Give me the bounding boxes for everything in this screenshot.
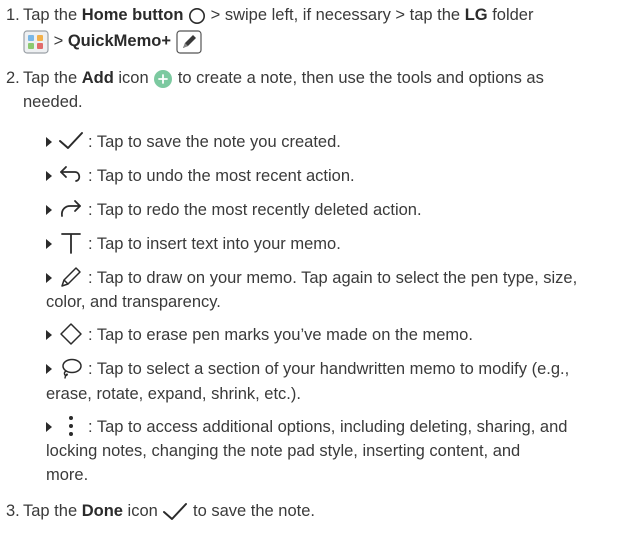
step-text: Tap the	[23, 69, 82, 87]
bullet-marker	[46, 364, 52, 374]
step-number: 1.	[6, 6, 20, 24]
add-icon-label: Add	[81, 69, 114, 87]
bullet-marker	[46, 330, 52, 340]
step-text: to save the note.	[188, 502, 315, 520]
more-options-icon	[69, 416, 73, 436]
tool-description-cont: color, and transparency.	[46, 293, 221, 311]
tool-description: : Tap to draw on your memo. Tap again to…	[88, 269, 578, 287]
step-text: to create a note, then use the tools and…	[173, 69, 544, 87]
tool-description: : Tap to access additional options, incl…	[88, 418, 568, 436]
bullet-marker	[46, 137, 52, 147]
step-text: icon	[122, 502, 163, 520]
step-number: 2.	[6, 69, 20, 87]
quickmemo-label: QuickMemo+	[67, 32, 171, 50]
lasso-icon	[62, 358, 82, 379]
tool-description: : Tap to erase pen marks you’ve made on …	[88, 326, 473, 344]
step-1-line-2: > QuickMemo+	[23, 28, 202, 54]
tool-description-cont: locking notes, changing the note pad sty…	[46, 442, 521, 460]
instructions-document: 1. Tap the Home button > swipe left, if …	[0, 0, 631, 534]
tool-description: : Tap to save the note you created.	[88, 133, 341, 151]
tool-description-cont: more.	[46, 466, 89, 484]
step-2-line-1: Tap the Add icon to create a note, then …	[23, 68, 544, 89]
step-text: icon	[113, 69, 154, 87]
pen-icon	[61, 267, 81, 287]
bullet-marker	[46, 273, 52, 283]
tool-description: : Tap to insert text into your memo.	[88, 235, 341, 253]
step-text: folder	[487, 6, 534, 24]
undo-icon	[60, 166, 81, 182]
step-text: Tap the	[23, 6, 82, 24]
bullet-marker	[46, 205, 52, 215]
add-icon	[154, 69, 173, 88]
redo-icon	[60, 200, 81, 217]
text-icon	[61, 233, 81, 254]
step-text: Tap the	[23, 502, 82, 520]
bullet-marker	[46, 239, 52, 249]
tool-description: : Tap to redo the most recently deleted …	[88, 201, 422, 219]
checkmark-icon	[59, 132, 83, 149]
done-icon-label: Done	[81, 502, 123, 520]
eraser-icon	[60, 323, 82, 345]
lg-folder-icon	[23, 30, 49, 54]
tool-description: : Tap to select a section of your handwr…	[88, 360, 570, 378]
step-text: >	[49, 32, 68, 50]
lg-folder-label: LG	[464, 6, 488, 24]
step-2-line-2: needed.	[23, 93, 83, 111]
step-number: 3.	[6, 502, 20, 520]
done-checkmark-icon	[163, 502, 188, 520]
step-text: > swipe left, if necessary > tap the	[206, 6, 465, 24]
step-1-line-1: Tap the Home button > swipe left, if nec…	[23, 5, 533, 25]
home-button-label: Home button	[81, 6, 184, 24]
home-button-icon	[189, 7, 206, 24]
tool-description-cont: erase, rotate, expand, shrink, etc.).	[46, 385, 301, 403]
tool-description: : Tap to undo the most recent action.	[88, 167, 355, 185]
quickmemo-app-icon	[175, 30, 202, 54]
step-3-line-1: Tap the Done icon to save the note.	[23, 501, 315, 522]
bullet-marker	[46, 422, 52, 432]
bullet-marker	[46, 171, 52, 181]
